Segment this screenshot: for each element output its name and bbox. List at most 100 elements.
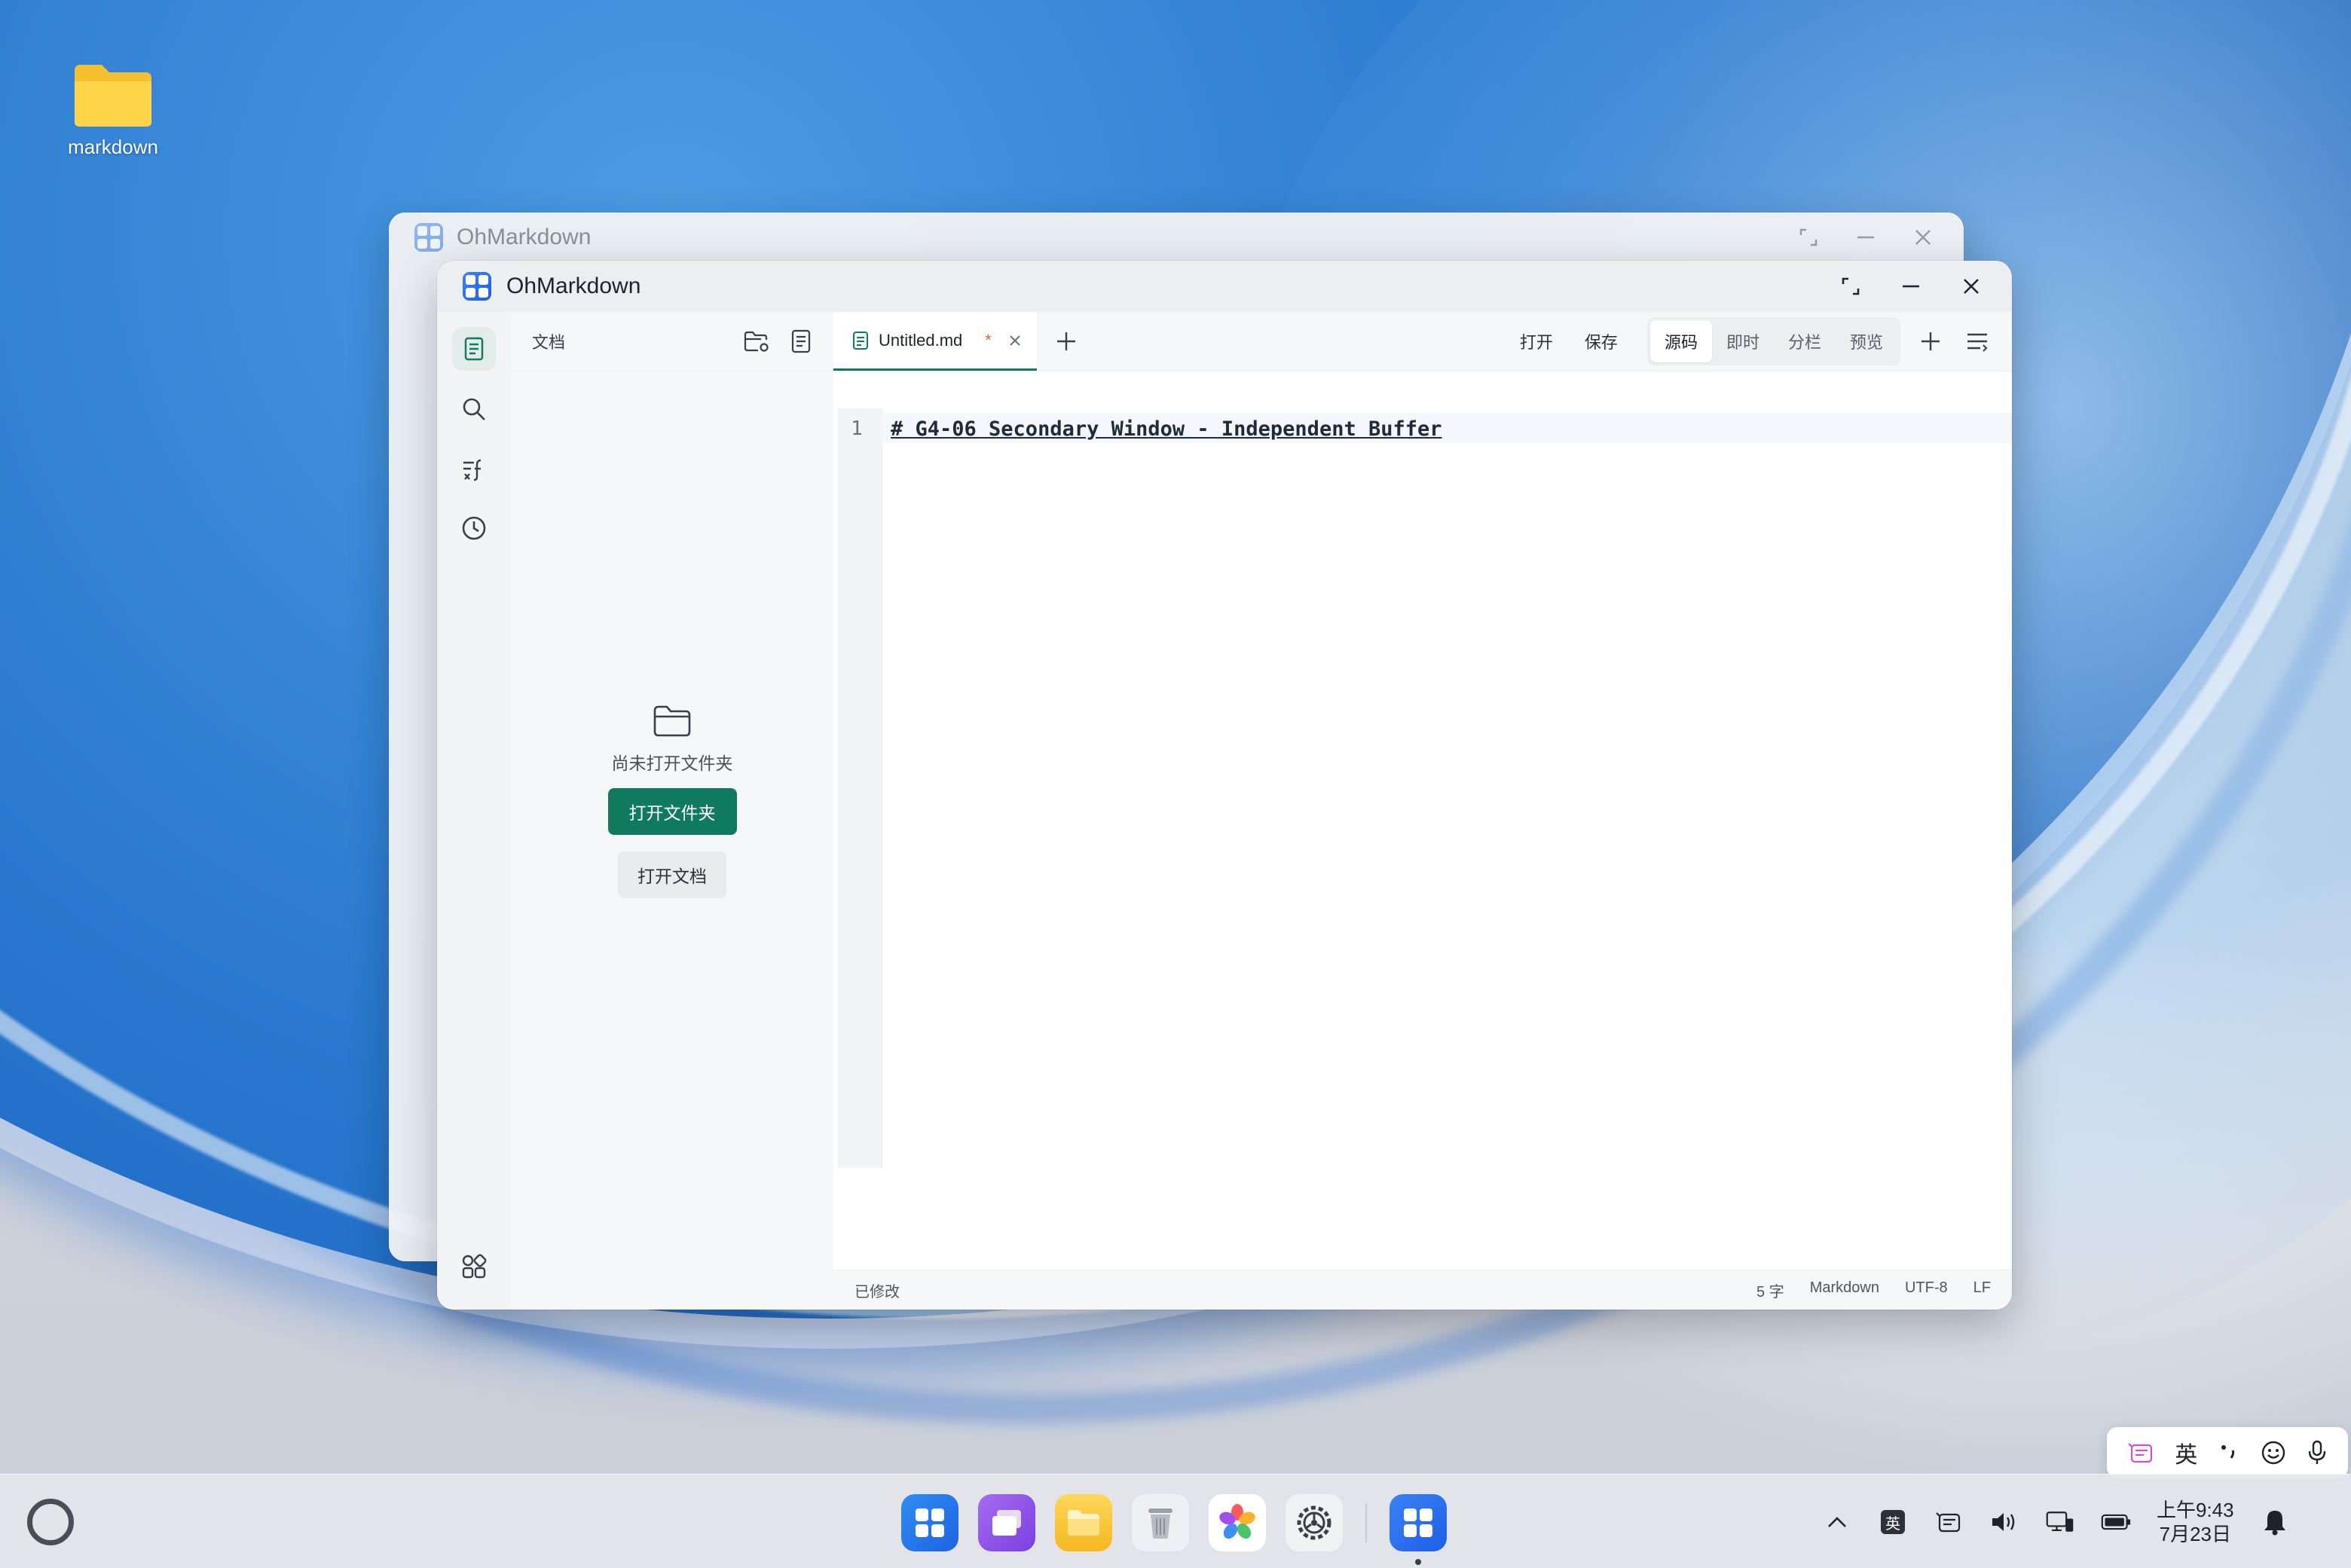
- tab-untitled[interactable]: Untitled.md *: [833, 312, 1037, 371]
- plus-icon: [1056, 332, 1075, 350]
- dock-ohmarkdown[interactable]: [1390, 1494, 1447, 1565]
- main-window[interactable]: OhMarkdown 文档 尚未打开文件夹 打开文件夹 打开文档 Untitle…: [437, 261, 2012, 1310]
- file-icon: [791, 329, 811, 353]
- open-button[interactable]: 打开: [1506, 320, 1567, 362]
- tray-keyboard-button[interactable]: [1934, 1507, 1964, 1537]
- close-button[interactable]: [1956, 271, 1986, 301]
- windows-stack-icon: [992, 1510, 1021, 1536]
- minimize-icon: [1857, 236, 1874, 239]
- search-icon: [463, 398, 485, 420]
- maximize-button[interactable]: [1793, 222, 1824, 252]
- app-logo-icon: [414, 223, 443, 252]
- tray-battery-button[interactable]: [2101, 1507, 2131, 1537]
- ime-voice-button[interactable]: [2307, 1440, 2328, 1466]
- tab-bar: Untitled.md * 打开 保存 源码 即时 分栏 预览: [833, 312, 2012, 371]
- status-line-ending[interactable]: LF: [1973, 1279, 1991, 1301]
- explorer-header-label: 文档: [532, 333, 566, 352]
- emoji-icon: [2261, 1441, 2285, 1465]
- activity-extensions-button[interactable]: [452, 1245, 496, 1288]
- minimize-button[interactable]: [1896, 271, 1926, 301]
- trash-icon: [1148, 1508, 1172, 1539]
- dock-separator: [1365, 1503, 1367, 1542]
- ime-menu-button[interactable]: [2127, 1441, 2154, 1465]
- photos-flower-icon: [1219, 1504, 1255, 1539]
- minimize-button[interactable]: [1851, 222, 1881, 252]
- background-window-activity-bar: [389, 262, 434, 1261]
- open-folder-tool-button[interactable]: [743, 329, 770, 353]
- activity-outline-button[interactable]: [452, 448, 496, 491]
- chevron-up-icon: [1828, 1517, 1846, 1527]
- maximize-icon: [1842, 277, 1860, 295]
- ime-toolbar: 英: [2107, 1427, 2348, 1478]
- mode-preview-button[interactable]: 预览: [1836, 320, 1897, 362]
- tray-network-button[interactable]: [2045, 1507, 2075, 1537]
- tab-label: Untitled.md: [879, 330, 963, 350]
- app-logo-icon: [1404, 1508, 1432, 1537]
- tray-ime-button[interactable]: 英: [1878, 1507, 1908, 1537]
- window-titlebar[interactable]: OhMarkdown: [437, 261, 2012, 312]
- code-editor[interactable]: 1 # G4-06 Secondary Window - Independent…: [838, 408, 2012, 1168]
- mode-source-button[interactable]: 源码: [1649, 320, 1712, 362]
- app-grid-icon: [916, 1508, 944, 1537]
- tray-volume-button[interactable]: [1989, 1507, 2019, 1537]
- clock-date: 7月23日: [2159, 1523, 2231, 1545]
- status-word-count: 5 字: [1756, 1283, 1784, 1301]
- start-button[interactable]: [27, 1499, 74, 1545]
- dock-settings[interactable]: [1286, 1494, 1343, 1551]
- ime-language-toggle[interactable]: 英: [2175, 1436, 2197, 1469]
- status-bar: 已修改 5 字 Markdown UTF-8 LF: [833, 1270, 2012, 1310]
- folder-icon: [75, 65, 151, 127]
- dock: [901, 1494, 1447, 1565]
- battery-icon: [2101, 1514, 2131, 1530]
- plus-icon: [1921, 332, 1940, 350]
- save-button[interactable]: 保存: [1570, 320, 1632, 362]
- ime-punctuation-button[interactable]: [2218, 1441, 2240, 1464]
- tab-close-button[interactable]: [1008, 334, 1022, 347]
- close-button[interactable]: [1908, 222, 1938, 252]
- dock-files[interactable]: [1055, 1494, 1112, 1551]
- ime-keyboard-icon: [2128, 1443, 2153, 1463]
- desktop-folder-markdown[interactable]: markdown: [53, 60, 173, 159]
- clock-time: 上午9:43: [2157, 1499, 2234, 1521]
- mode-instant-button[interactable]: 即时: [1712, 320, 1774, 362]
- apps-grid-icon: [462, 1254, 487, 1279]
- document-icon: [464, 337, 484, 361]
- empty-state-text: 尚未打开文件夹: [611, 753, 733, 773]
- view-mode-switch: 源码 即时 分栏 预览: [1646, 317, 1900, 365]
- maximize-icon: [1799, 228, 1818, 246]
- volume-icon: [1992, 1513, 2015, 1531]
- open-folder-button[interactable]: 打开文件夹: [607, 788, 737, 835]
- app-logo-icon: [463, 272, 491, 301]
- markdown-file-icon: [853, 331, 868, 350]
- open-file-tool-button[interactable]: [790, 329, 812, 353]
- microphone-icon: [2308, 1440, 2325, 1464]
- tray-expand-button[interactable]: [1822, 1507, 1852, 1537]
- notification-button[interactable]: [2260, 1507, 2290, 1537]
- status-language[interactable]: Markdown: [1810, 1279, 1879, 1301]
- running-indicator: [1415, 1559, 1421, 1565]
- code-line[interactable]: # G4-06 Secondary Window - Independent B…: [882, 413, 2012, 443]
- activity-files-button[interactable]: [452, 327, 496, 371]
- clock[interactable]: 上午9:43 7月23日: [2157, 1498, 2234, 1546]
- dock-multitask[interactable]: [978, 1494, 1035, 1551]
- menu-lines-icon: [1967, 333, 1988, 352]
- activity-search-button[interactable]: [452, 387, 496, 431]
- bell-icon: [2264, 1511, 2285, 1536]
- dock-app-store[interactable]: [901, 1494, 958, 1551]
- ime-emoji-button[interactable]: [2261, 1440, 2286, 1466]
- editor-area: Untitled.md * 打开 保存 源码 即时 分栏 预览 1 # G4-0…: [833, 312, 2012, 1310]
- folder-icon: [1068, 1510, 1099, 1536]
- open-document-button[interactable]: 打开文档: [618, 851, 726, 898]
- dock-photos[interactable]: [1209, 1494, 1266, 1551]
- background-window-titlebar[interactable]: OhMarkdown: [389, 212, 1964, 262]
- activity-bar: [437, 312, 512, 1310]
- activity-history-button[interactable]: [452, 506, 496, 550]
- status-encoding[interactable]: UTF-8: [1905, 1279, 1948, 1301]
- add-button[interactable]: [1914, 325, 1947, 358]
- more-menu-button[interactable]: [1961, 325, 1994, 358]
- maximize-button[interactable]: [1836, 271, 1866, 301]
- code-line-text: # G4-06 Secondary Window - Independent B…: [891, 417, 1442, 441]
- mode-split-button[interactable]: 分栏: [1774, 320, 1836, 362]
- new-tab-button[interactable]: [1047, 322, 1085, 360]
- dock-trash[interactable]: [1132, 1494, 1189, 1551]
